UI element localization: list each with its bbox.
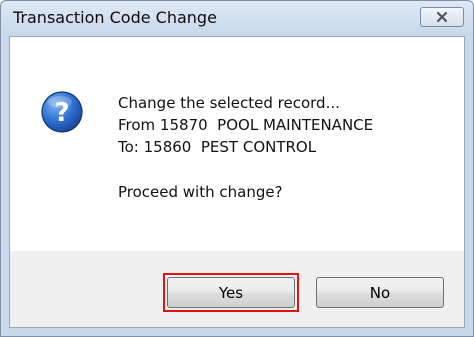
proceed-prompt: Proceed with change? <box>118 183 283 201</box>
message-area: ? Change the selected record... From 158… <box>10 37 464 251</box>
message-text: Change the selected record... From 15870… <box>118 92 373 158</box>
svg-text:?: ? <box>54 98 69 128</box>
close-button[interactable] <box>420 7 464 27</box>
message-line-2: From 15870 POOL MAINTENANCE <box>118 116 374 134</box>
message-line-1: Change the selected record... <box>118 94 340 112</box>
no-button-label: No <box>369 283 391 302</box>
message-line-3: To: 15860 PEST CONTROL <box>118 138 317 156</box>
question-icon: ? <box>41 91 83 133</box>
close-icon <box>436 11 448 23</box>
title-bar[interactable]: Transaction Code Change <box>1 1 473 36</box>
no-button[interactable]: No <box>316 277 444 308</box>
dialog-body: ? Change the selected record... From 158… <box>9 36 465 328</box>
dialog-window: Transaction Code Change ? Change the sel… <box>0 0 474 337</box>
dialog-title: Transaction Code Change <box>13 8 217 27</box>
yes-button[interactable]: Yes <box>167 277 295 308</box>
yes-button-label: Yes <box>218 283 244 302</box>
